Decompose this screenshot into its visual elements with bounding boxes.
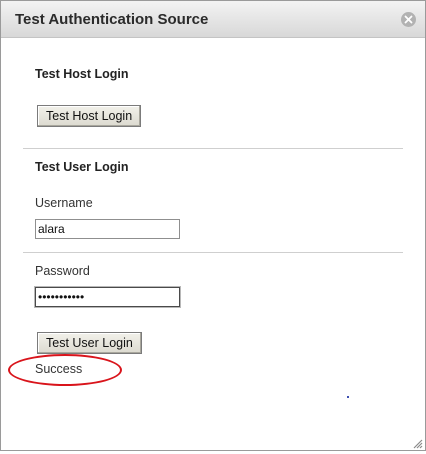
test-authentication-dialog: Test Authentication Source Test Host Log…: [0, 0, 426, 451]
test-user-login-button[interactable]: Test User Login: [37, 332, 142, 354]
section-divider: [23, 148, 403, 149]
field-divider: [23, 252, 403, 253]
highlight-ellipse-annotation: [8, 354, 122, 386]
dialog-title: Test Authentication Source: [15, 11, 209, 28]
test-host-login-button[interactable]: Test Host Login: [37, 105, 142, 127]
close-icon[interactable]: [401, 12, 416, 27]
dialog-titlebar[interactable]: Test Authentication Source: [1, 1, 425, 38]
user-login-heading: Test User Login: [35, 160, 129, 174]
username-label: Username: [35, 196, 93, 210]
stray-dot: [347, 396, 349, 398]
password-label: Password: [35, 264, 90, 278]
host-login-heading: Test Host Login: [35, 67, 129, 81]
resize-grip-icon[interactable]: [411, 436, 423, 449]
password-field[interactable]: [35, 287, 180, 307]
username-field[interactable]: [35, 219, 180, 239]
